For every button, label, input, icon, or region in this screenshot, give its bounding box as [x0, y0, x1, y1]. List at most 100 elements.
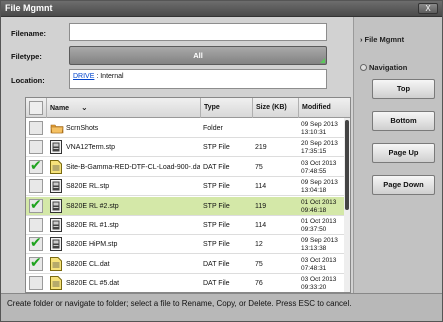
file-size: [255, 119, 297, 138]
side-panel: › File Mgmnt Navigation Top Bottom Page U…: [353, 17, 442, 293]
file-size: 75: [255, 163, 263, 171]
row-checkbox[interactable]: [29, 121, 43, 135]
filetype-button[interactable]: All: [69, 46, 327, 65]
main-panel: Filename: Filetype: All Location: DRIVE …: [1, 17, 353, 293]
chevron-right-icon: ›: [360, 35, 363, 44]
checkmark-icon: ✔: [30, 156, 42, 173]
scrollbar[interactable]: [344, 118, 350, 292]
modified-date: 09 Sep 2013: [301, 237, 338, 245]
file-modified: 09 Sep 2013 13:13:38: [301, 235, 345, 254]
file-type: STP File: [203, 222, 230, 229]
file-size: 12: [255, 241, 263, 249]
modified-time: 09:46:18: [301, 206, 327, 214]
file-mgmnt-tab[interactable]: › File Mgmnt: [360, 35, 440, 44]
type-column-header[interactable]: Type: [200, 98, 252, 118]
file-type: DAT File: [203, 280, 230, 288]
file-modified: 03 Oct 2013 07:48:31: [301, 255, 345, 274]
file-name: S820E CL.dat: [66, 260, 110, 268]
table-row[interactable]: S820E RL.stp STP File 114 09 Sep 2013 13:04:…: [26, 177, 345, 197]
file-size: 219: [255, 144, 267, 152]
file-size: 76: [255, 280, 263, 288]
select-all-checkbox[interactable]: [29, 101, 43, 115]
file-modified: 01 Oct 2013 09:37:50: [301, 216, 345, 235]
file-modified: 20 Sep 2013 17:35:15: [301, 138, 345, 157]
row-checkbox[interactable]: ✔: [29, 234, 43, 252]
location-path: : Internal: [94, 73, 124, 80]
file-size: 75: [255, 260, 263, 268]
filetype-label: Filetype:: [11, 52, 42, 61]
size-column-header[interactable]: Size (KB): [252, 98, 298, 118]
file-name: ScrnShots: [66, 125, 99, 132]
checkmark-icon: ✔: [30, 253, 42, 270]
file-type: DAT File: [203, 260, 230, 268]
table-row[interactable]: ✔ S820E CL.dat DAT File 75 03 Oct 2013 07:48:…: [26, 255, 344, 274]
modified-date: 09 Sep 2013: [301, 121, 338, 128]
modified-column-header[interactable]: Modified: [298, 98, 350, 118]
modified-date: 01 Oct 2013: [301, 218, 337, 225]
close-button[interactable]: X: [418, 3, 438, 14]
modified-time: 09:37:50: [301, 226, 327, 233]
top-button[interactable]: Top: [372, 79, 435, 99]
bottom-button[interactable]: Bottom: [372, 111, 435, 131]
modified-date: 03 Oct 2013: [301, 159, 337, 167]
file-modified: 03 Oct 2013 07:48:55: [301, 158, 345, 177]
modified-time: 13:10:31: [301, 129, 327, 136]
chevron-down-icon: ⌄: [81, 103, 88, 112]
modified-date: 09 Sep 2013: [301, 179, 338, 187]
folder-icon: [50, 121, 64, 135]
drive-link[interactable]: DRIVE: [73, 73, 94, 80]
table-header: Name ⌄ Type Size (KB) Modified: [26, 98, 350, 118]
file-type: STP File: [203, 241, 230, 249]
name-header-label: Name: [50, 105, 70, 112]
file-size: 114: [255, 183, 267, 191]
table-row[interactable]: VNA12Term.stp STP File 219 20 Sep 2013 17:35…: [26, 138, 345, 158]
page-up-button[interactable]: Page Up: [372, 143, 435, 163]
checkmark-icon: ✔: [30, 234, 42, 251]
dat-file-icon: [50, 256, 62, 271]
dropdown-corner-icon: [320, 58, 325, 63]
file-modified: 03 Oct 2013 09:33:20: [301, 274, 345, 292]
row-checkbox[interactable]: ✔: [29, 195, 43, 213]
row-checkbox[interactable]: ✔: [29, 156, 43, 174]
scroll-thumb[interactable]: [345, 120, 349, 210]
file-name: S820E HiPM.stp: [66, 241, 118, 249]
modified-date: 03 Oct 2013: [301, 276, 337, 284]
file-modified: 09 Sep 2013 13:04:18: [301, 177, 345, 196]
row-checkbox[interactable]: ✔: [29, 253, 43, 271]
row-checkbox[interactable]: [29, 140, 43, 155]
radio-icon: [360, 64, 367, 71]
file-type: STP File: [203, 183, 230, 191]
file-size: 114: [255, 222, 267, 229]
modified-time: 07:48:31: [301, 264, 327, 272]
file-name: S820E CL #5.dat: [66, 280, 120, 288]
file-mgmnt-tab-label: File Mgmnt: [364, 35, 405, 44]
table-row[interactable]: ScrnShots Folder 09 Sep 2013 13:10:31: [26, 119, 344, 138]
table-row[interactable]: ✔ Site-B-Gamma-RED-DTF-CL-Load-900-.dat DA…: [26, 158, 344, 177]
filename-input[interactable]: [69, 23, 327, 41]
modified-time: 07:48:55: [301, 167, 327, 175]
stp-file-icon: [50, 218, 62, 232]
table-row[interactable]: S820E RL #1.stp STP File 114 01 Oct 2013 09:…: [26, 216, 344, 235]
file-size: 119: [255, 202, 267, 210]
table-row[interactable]: S820E CL #5.dat DAT File 76 03 Oct 2013 09:3…: [26, 274, 345, 292]
file-name: S820E RL #1.stp: [66, 222, 119, 229]
table-row[interactable]: ✔ S820E RL #2.stp STP File 119 01 Oct 2013 09…: [26, 195, 344, 216]
file-type: STP File: [203, 144, 230, 152]
row-checkbox[interactable]: [29, 179, 43, 194]
name-column-header[interactable]: Name ⌄: [46, 98, 200, 118]
stp-file-icon: [50, 140, 62, 155]
location-field: DRIVE : Internal: [69, 69, 327, 89]
dat-file-icon: [50, 159, 62, 174]
page-down-button[interactable]: Page Down: [372, 175, 435, 195]
navigation-tab-label: Navigation: [369, 63, 408, 72]
row-checkbox[interactable]: [29, 218, 43, 232]
checkmark-icon: ✔: [30, 195, 42, 212]
row-checkbox[interactable]: [29, 276, 43, 291]
file-list: Name ⌄ Type Size (KB) Modified ScrnShots…: [25, 97, 351, 293]
modified-time: 13:04:18: [301, 187, 327, 195]
navigation-tab[interactable]: Navigation: [360, 63, 440, 72]
file-name: S820E RL #2.stp: [66, 202, 119, 210]
title-bar: File Mgmnt X: [1, 1, 442, 17]
modified-time: 09:33:20: [301, 284, 327, 292]
table-row[interactable]: ✔ S820E HiPM.stp STP File 12 09 Sep 2013 13:1…: [26, 234, 345, 255]
